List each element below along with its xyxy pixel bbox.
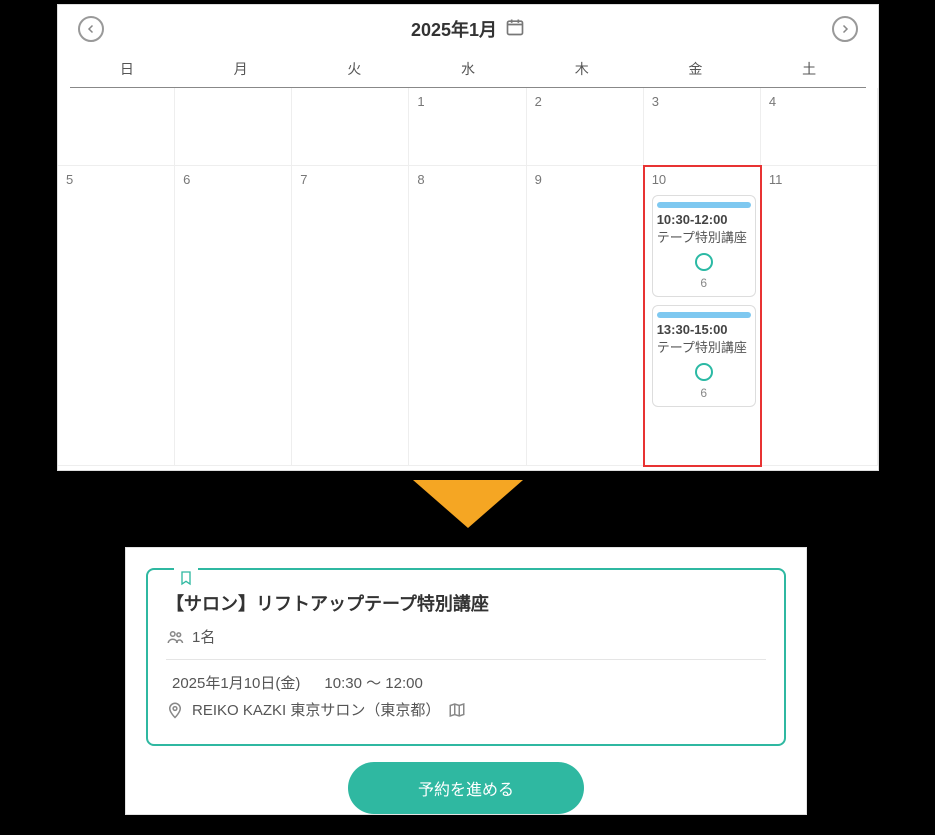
calendar-panel: 2025年1月 日 月 火 水 木 金 土 1 2 3 4 5 6 7 8 9 … <box>57 4 879 471</box>
weekday-tue: 火 <box>297 53 411 87</box>
map-icon[interactable] <box>448 701 466 719</box>
next-month-button[interactable] <box>832 16 858 42</box>
weekday-row: 日 月 火 水 木 金 土 <box>70 53 866 88</box>
booking-date: 2025年1月10日(金) <box>172 672 300 693</box>
booking-date-segment: 2025年1月10日(金) <box>166 672 300 693</box>
event-status: 6 <box>657 363 751 400</box>
event-color-bar <box>657 202 751 208</box>
day-cell-selected[interactable]: 10 10:30-12:00 テープ特別講座 6 13:30-15:00 テープ… <box>644 166 761 466</box>
day-cell[interactable]: 5 <box>58 166 175 466</box>
day-cell[interactable]: 3 <box>644 88 761 166</box>
weekday-sat: 土 <box>752 53 866 87</box>
prev-month-button[interactable] <box>78 16 104 42</box>
calendar-grid: 1 2 3 4 5 6 7 8 9 10 10:30-12:00 テープ特別講座… <box>58 88 878 466</box>
booking-card: 【サロン】リフトアップテープ特別講座 1名 2025年1月10日(金) 10:3… <box>146 568 786 746</box>
weekday-thu: 木 <box>525 53 639 87</box>
day-cell[interactable]: 4 <box>761 88 878 166</box>
day-cell[interactable]: 9 <box>527 166 644 466</box>
booking-time: 10:30 ～ 12:00 <box>324 672 422 693</box>
availability-open-icon <box>695 253 713 271</box>
proceed-button[interactable]: 予約を進める <box>348 762 584 814</box>
booking-title: 【サロン】リフトアップテープ特別講座 <box>166 590 766 616</box>
day-cell[interactable] <box>58 88 175 166</box>
people-icon <box>166 628 184 646</box>
event-count: 6 <box>657 386 751 400</box>
booking-people-line: 1名 <box>166 626 766 647</box>
day-cell[interactable]: 8 <box>409 166 526 466</box>
weekday-wed: 水 <box>411 53 525 87</box>
day-cell[interactable]: 6 <box>175 166 292 466</box>
pin-icon <box>166 701 184 719</box>
day-cell[interactable] <box>175 88 292 166</box>
event-color-bar <box>657 312 751 318</box>
calendar-icon[interactable] <box>505 17 525 42</box>
event-count: 6 <box>657 276 751 290</box>
availability-open-icon <box>695 363 713 381</box>
event-card[interactable]: 10:30-12:00 テープ特別講座 6 <box>652 195 756 297</box>
weekday-mon: 月 <box>184 53 298 87</box>
day-cell[interactable]: 7 <box>292 166 409 466</box>
day-cell[interactable] <box>292 88 409 166</box>
bookmark-icon <box>174 568 198 590</box>
day-cell[interactable]: 11 <box>761 166 878 466</box>
day-number: 10 <box>652 172 666 187</box>
calendar-month-label: 2025年1月 <box>411 16 497 42</box>
event-time: 10:30-12:00 <box>657 212 751 227</box>
weekday-fri: 金 <box>639 53 753 87</box>
weekday-sun: 日 <box>70 53 184 87</box>
calendar-title: 2025年1月 <box>411 16 525 42</box>
divider <box>166 659 766 660</box>
event-title: テープ特別講座 <box>657 339 751 357</box>
booking-location-line: REIKO KAZKI 東京サロン（東京都） <box>166 699 766 720</box>
booking-datetime-row: 2025年1月10日(金) 10:30 ～ 12:00 <box>166 672 766 693</box>
event-time: 13:30-15:00 <box>657 322 751 337</box>
booking-people: 1名 <box>192 626 215 647</box>
booking-panel: 【サロン】リフトアップテープ特別講座 1名 2025年1月10日(金) 10:3… <box>125 547 807 815</box>
event-card[interactable]: 13:30-15:00 テープ特別講座 6 <box>652 305 756 407</box>
booking-location: REIKO KAZKI 東京サロン（東京都） <box>192 699 440 720</box>
day-cell[interactable]: 2 <box>527 88 644 166</box>
down-arrow-icon <box>413 480 523 533</box>
day-cell[interactable]: 1 <box>409 88 526 166</box>
event-title: テープ特別講座 <box>657 229 751 247</box>
event-status: 6 <box>657 253 751 290</box>
calendar-header: 2025年1月 <box>58 5 878 53</box>
booking-time-segment: 10:30 ～ 12:00 <box>318 672 422 693</box>
